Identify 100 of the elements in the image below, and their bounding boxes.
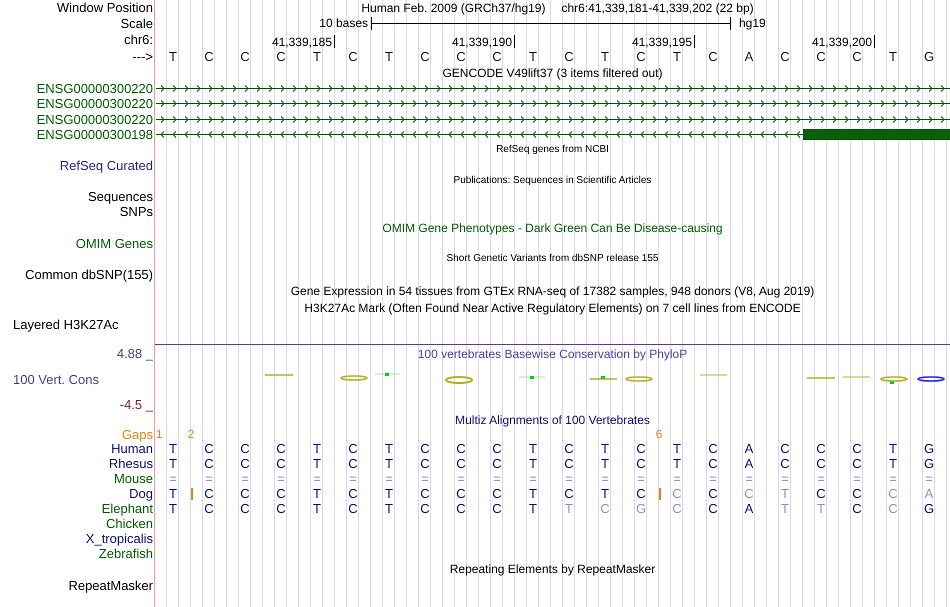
base-letter: C xyxy=(816,50,826,63)
track-label: RepeatMasker xyxy=(68,578,153,592)
row-label: Window Position xyxy=(56,1,153,14)
gene-model-drawing[interactable] xyxy=(155,127,950,142)
aligned-base: C xyxy=(564,487,574,500)
base-letter: T xyxy=(385,50,393,63)
gap-count: 1 xyxy=(156,428,163,440)
gap-count: 2 xyxy=(188,428,194,440)
aligned-base: T xyxy=(529,457,537,470)
aligned-base: T xyxy=(169,442,177,455)
aligned-base: C xyxy=(204,502,214,515)
aligned-base: C xyxy=(276,502,286,515)
aligned-base: T xyxy=(817,502,825,515)
base-letter: T xyxy=(673,50,681,63)
base-letter: T xyxy=(601,50,609,63)
base-letter: T xyxy=(169,50,177,63)
aligned-base: T xyxy=(889,442,897,455)
base-letter: C xyxy=(348,50,358,63)
aligned-base: = xyxy=(241,472,249,485)
aligned-base: = xyxy=(493,472,501,485)
base-letter: C xyxy=(564,50,574,63)
aligned-base: = xyxy=(565,472,573,485)
aligned-base: T xyxy=(385,442,393,455)
aligned-base: = xyxy=(781,472,789,485)
aligned-base: T xyxy=(313,487,321,500)
aligned-base: C xyxy=(852,502,862,515)
base-letter: T xyxy=(889,50,897,63)
aligned-base: C xyxy=(672,502,682,515)
aligned-base: C xyxy=(816,487,826,500)
base-letter: C xyxy=(636,50,646,63)
aligned-base: C xyxy=(276,487,286,500)
track-label: 100 Vert. Cons xyxy=(13,372,99,386)
gene-name: ENSG00000300220 xyxy=(36,112,153,126)
position-label: 41,339,185 xyxy=(272,35,335,48)
base-letter: C xyxy=(780,50,790,63)
aligned-base: = xyxy=(817,472,825,485)
position-label: 41,339,190 xyxy=(452,35,515,48)
aligned-base: C xyxy=(708,487,718,500)
aligned-base: T xyxy=(313,457,321,470)
gene-name: ENSG00000300198 xyxy=(36,128,153,141)
aligned-base: C xyxy=(888,502,898,515)
aligned-base: T xyxy=(529,502,537,515)
aligned-base: T xyxy=(601,457,609,470)
base-letter: C xyxy=(420,50,430,63)
track-title: H3K27Ac Mark (Often Found Near Active Regulatory Elements) on 7 cell lines from ENCODE xyxy=(304,302,801,314)
aligned-base: C xyxy=(348,487,358,500)
species-label: Dog xyxy=(129,487,153,500)
aligned-base: C xyxy=(708,502,718,515)
gene-name: ENSG00000300220 xyxy=(36,82,153,94)
assembly-name: Human Feb. 2009 (GRCh37/hg19) xyxy=(361,2,546,14)
aligned-base: C xyxy=(708,457,718,470)
base-letter: T xyxy=(529,50,537,63)
track-label: Sequences xyxy=(88,190,153,203)
aligned-base: = xyxy=(673,472,681,485)
aligned-base: = xyxy=(853,472,861,485)
aligned-base: C xyxy=(672,487,682,500)
aligned-base: = xyxy=(601,472,609,485)
track-label: RefSeq Curated xyxy=(60,159,153,172)
position-range: chr6:41,339,181-41,339,202 (22 bp) xyxy=(561,2,754,14)
aligned-base: C xyxy=(420,502,430,515)
aligned-base: = xyxy=(421,472,429,485)
aligned-base: T xyxy=(601,442,609,455)
aligned-base: T xyxy=(169,487,177,500)
aligned-base: = xyxy=(457,472,465,485)
aligned-base: C xyxy=(420,487,430,500)
strand-label: ---> xyxy=(132,50,153,63)
aligned-base: C xyxy=(708,442,718,455)
aligned-base: C xyxy=(852,457,862,470)
aligned-base: G xyxy=(924,457,934,470)
aligned-base: C xyxy=(600,502,610,515)
aligned-base: C xyxy=(420,442,430,455)
aligned-base: A xyxy=(924,487,934,500)
aligned-base: C xyxy=(456,442,466,455)
aligned-base: C xyxy=(348,457,358,470)
gap-count: 6 xyxy=(656,428,662,440)
base-letter: C xyxy=(456,50,466,63)
aligned-base: = xyxy=(709,472,717,485)
aligned-base: G xyxy=(924,502,934,515)
base-letter: G xyxy=(924,50,934,63)
aligned-base: C xyxy=(456,502,466,515)
track-label: OMIM Genes xyxy=(76,237,153,250)
aligned-base: T xyxy=(385,457,393,470)
aligned-base: G xyxy=(636,502,646,515)
track-title: Publications: Sequences in Scientific Articles xyxy=(454,176,652,186)
aligned-base: C xyxy=(276,457,286,470)
aligned-base: C xyxy=(636,487,646,500)
aligned-base: = xyxy=(745,472,753,485)
aligned-base: T xyxy=(385,502,393,515)
aligned-base: T xyxy=(673,442,681,455)
position-label: 41,339,200 xyxy=(812,35,875,48)
track-label: SNPs xyxy=(120,205,153,218)
track-label: Common dbSNP(155) xyxy=(25,268,153,281)
row-label: Scale xyxy=(120,16,153,30)
aligned-base: T xyxy=(169,502,177,515)
aligned-base: C xyxy=(420,457,430,470)
track-title: GENCODE V49lift37 (3 items filtered out) xyxy=(442,66,663,78)
aligned-base: C xyxy=(888,487,898,500)
base-letter: T xyxy=(313,50,321,63)
axis-min-label: -4.5 _ xyxy=(120,398,153,410)
aligned-base: = xyxy=(313,472,321,485)
